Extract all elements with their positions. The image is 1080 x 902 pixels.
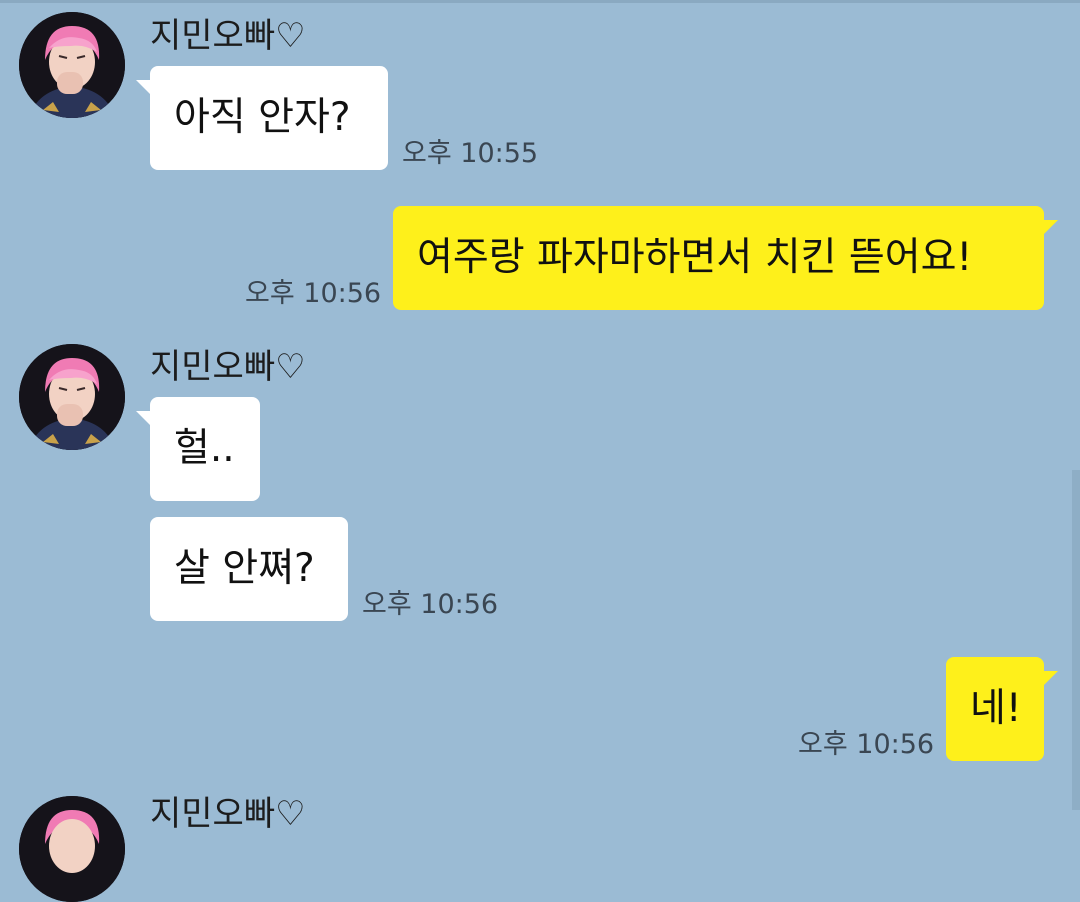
- message-text: 네!: [970, 686, 1022, 731]
- message-timestamp: 오후 10:55: [402, 138, 539, 169]
- outgoing-message-bubble[interactable]: 네!: [946, 657, 1058, 761]
- message-text: 아직 안자?: [174, 95, 351, 140]
- contact-avatar[interactable]: [19, 796, 125, 902]
- contact-avatar[interactable]: [19, 12, 125, 118]
- top-divider: [0, 0, 1080, 3]
- message-timestamp: 오후 10:56: [798, 729, 935, 760]
- sender-name: 지민오빠♡: [150, 794, 306, 834]
- message-text: 헐..: [174, 426, 235, 471]
- sender-name: 지민오빠♡: [150, 347, 306, 387]
- message-timestamp: 오후 10:56: [245, 278, 382, 309]
- outgoing-message-bubble[interactable]: 여주랑 파자마하면서 치킨 뜯어요!: [393, 206, 1058, 310]
- contact-avatar[interactable]: [19, 344, 125, 450]
- incoming-message-bubble[interactable]: 헐..: [136, 397, 260, 501]
- incoming-message-bubble[interactable]: 아직 안자?: [136, 66, 388, 170]
- message-text: 살 안쪄?: [174, 546, 315, 591]
- message-text: 여주랑 파자마하면서 치킨 뜯어요!: [417, 235, 973, 280]
- message-timestamp: 오후 10:56: [362, 589, 499, 620]
- incoming-message-bubble[interactable]: 살 안쪄?: [150, 517, 348, 621]
- scrollbar[interactable]: [1072, 470, 1080, 810]
- sender-name: 지민오빠♡: [150, 16, 306, 56]
